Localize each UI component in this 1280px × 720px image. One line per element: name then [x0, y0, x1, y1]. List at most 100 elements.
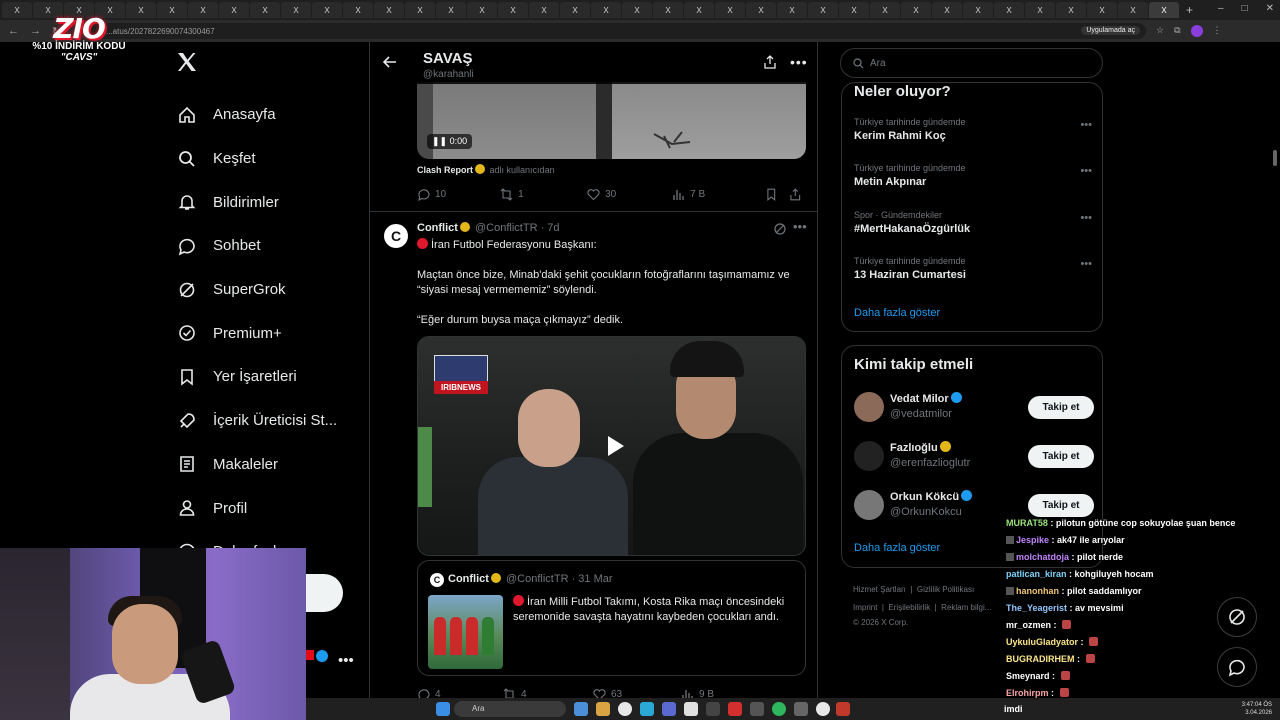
- trend-more-icon[interactable]: •••: [1080, 165, 1092, 177]
- start-icon[interactable]: [436, 702, 450, 716]
- chat-username[interactable]: UykuluGladyator: [1006, 637, 1078, 647]
- browser-icon[interactable]: [640, 702, 654, 716]
- browser-tab[interactable]: X: [219, 2, 249, 18]
- browser-tab[interactable]: X: [746, 2, 776, 18]
- privacy-link[interactable]: Gizlilik Politikası: [917, 585, 974, 594]
- conflict-avatar[interactable]: C: [384, 224, 408, 248]
- app-icon[interactable]: [684, 702, 698, 716]
- minimize-icon[interactable]: –: [1218, 3, 1224, 14]
- sidebar-item-home[interactable]: Anasayfa: [165, 93, 365, 137]
- browser-tab[interactable]: X: [932, 2, 962, 18]
- chat-username[interactable]: MURAT58: [1006, 518, 1048, 528]
- browser-tab[interactable]: X: [591, 2, 621, 18]
- back-nav-icon[interactable]: ←: [8, 25, 22, 37]
- browser-tab[interactable]: X: [157, 2, 187, 18]
- browser-tab[interactable]: X: [529, 2, 559, 18]
- sidebar-item-bookmark[interactable]: Yer İşaretleri: [165, 355, 365, 399]
- avatar[interactable]: [854, 392, 884, 422]
- tweet-handle-time[interactable]: @ConflictTR · 7d: [475, 222, 560, 234]
- repost-action[interactable]: 1: [500, 188, 587, 201]
- new-tab-button[interactable]: +: [1186, 3, 1193, 17]
- browser-tab[interactable]: X: [374, 2, 404, 18]
- browser-tab[interactable]: X: [498, 2, 528, 18]
- trend-item[interactable]: Türkiye tarihinde gündemde Kerim Rahmi Ko…: [854, 117, 1092, 142]
- app-icon[interactable]: [836, 702, 850, 716]
- sidebar-item-chat[interactable]: Sohbet: [165, 224, 365, 268]
- trend-item[interactable]: Türkiye tarihinde gündemde 13 Haziran Cum…: [854, 256, 1092, 281]
- browser-tab[interactable]: X: [281, 2, 311, 18]
- grok-icon[interactable]: [773, 222, 787, 236]
- sidebar-item-person[interactable]: Profil: [165, 486, 365, 530]
- sidebar-item-grok[interactable]: SuperGrok: [165, 268, 365, 312]
- browser-tab[interactable]: X: [560, 2, 590, 18]
- spotify-icon[interactable]: [772, 702, 786, 716]
- play-icon[interactable]: [600, 432, 628, 460]
- profile-avatar[interactable]: [1190, 25, 1203, 37]
- open-in-app-chip[interactable]: Uygulamada aç: [1081, 26, 1140, 35]
- chat-username[interactable]: Smeynard: [1006, 671, 1050, 681]
- terms-link[interactable]: Hizmet Şartları: [853, 585, 906, 594]
- who-show-more[interactable]: Daha fazla göster: [854, 542, 940, 554]
- suggested-account[interactable]: Vedat Milor @vedatmilor Takip et: [854, 392, 1094, 432]
- discord-icon[interactable]: [662, 702, 676, 716]
- browser-tab[interactable]: X: [467, 2, 497, 18]
- views-action[interactable]: 7 B: [672, 188, 765, 201]
- trends-show-more[interactable]: Daha fazla göster: [854, 307, 940, 319]
- accessibility-link[interactable]: Erişilebilirlik: [888, 603, 930, 612]
- attribution-name[interactable]: Clash Report: [417, 165, 473, 175]
- sidebar-item-verified[interactable]: Premium+: [165, 311, 365, 355]
- page-scrollbar[interactable]: [1273, 150, 1277, 166]
- browser-tab[interactable]: X: [839, 2, 869, 18]
- sidebar-item-search[interactable]: Keşfet: [165, 137, 365, 181]
- tweet-video[interactable]: IRIBNEWS: [417, 336, 806, 556]
- maximize-icon[interactable]: □: [1242, 3, 1248, 14]
- chat-username[interactable]: Jespike: [1016, 535, 1049, 545]
- previous-video[interactable]: ❚❚ 0:00: [417, 82, 806, 159]
- tweet-author[interactable]: Conflict: [417, 222, 458, 234]
- browser-tab[interactable]: X: [250, 2, 280, 18]
- browser-tab[interactable]: X: [1025, 2, 1055, 18]
- search-input[interactable]: Ara: [840, 48, 1103, 78]
- account-menu-icon[interactable]: •••: [338, 652, 354, 669]
- browser-tab[interactable]: X: [684, 2, 714, 18]
- browser-tab[interactable]: X: [312, 2, 342, 18]
- follow-button[interactable]: Takip et: [1028, 396, 1094, 419]
- star-icon[interactable]: ☆: [1156, 25, 1164, 37]
- system-clock[interactable]: 3:47:04 ÖS 3.04.2026: [1242, 701, 1272, 717]
- x-logo-icon[interactable]: [175, 50, 199, 74]
- browser-tab[interactable]: X: [901, 2, 931, 18]
- tweet-more-icon[interactable]: •••: [793, 219, 807, 234]
- browser-tab[interactable]: X: [777, 2, 807, 18]
- app-icon[interactable]: [794, 702, 808, 716]
- post-button[interactable]: [305, 574, 343, 612]
- share-icon[interactable]: [763, 55, 777, 69]
- url-field[interactable]: ...atus/2027822690074300467 Uygulamada a…: [86, 23, 1146, 39]
- browser-tab[interactable]: X: [188, 2, 218, 18]
- browser-tab[interactable]: X: [622, 2, 652, 18]
- imprint-link[interactable]: Imprint: [853, 603, 877, 612]
- app-icon[interactable]: [574, 702, 588, 716]
- back-arrow-icon[interactable]: [382, 54, 398, 70]
- browser-tab[interactable]: X: [436, 2, 466, 18]
- browser-tab[interactable]: X: [715, 2, 745, 18]
- trend-more-icon[interactable]: •••: [1080, 119, 1092, 131]
- browser-tab[interactable]: X: [1087, 2, 1117, 18]
- follow-button[interactable]: Takip et: [1028, 445, 1094, 468]
- browser-tab[interactable]: X: [870, 2, 900, 18]
- folder-icon[interactable]: [596, 702, 610, 716]
- trend-more-icon[interactable]: •••: [1080, 258, 1092, 270]
- more-icon[interactable]: •••: [790, 54, 808, 70]
- chat-username[interactable]: The_Yeagerist: [1006, 603, 1067, 613]
- share-action-icon[interactable]: [789, 188, 802, 201]
- avatar[interactable]: [854, 441, 884, 471]
- chrome-icon[interactable]: [618, 702, 632, 716]
- sidebar-item-rocket[interactable]: İçerik Üreticisi St...: [165, 399, 365, 443]
- chat-username[interactable]: BUGRADIRHEM: [1006, 654, 1075, 664]
- browser-tab[interactable]: X: [653, 2, 683, 18]
- browser-tab[interactable]: X: [343, 2, 373, 18]
- like-action[interactable]: 30: [587, 188, 672, 201]
- menu-icon[interactable]: ⋮: [1213, 25, 1222, 37]
- chat-username[interactable]: molchatdoja: [1016, 552, 1069, 562]
- quoted-tweet[interactable]: C Conflict @ConflictTR · 31 Mar İran Mil…: [417, 560, 806, 676]
- follow-button[interactable]: Takip et: [1028, 494, 1094, 517]
